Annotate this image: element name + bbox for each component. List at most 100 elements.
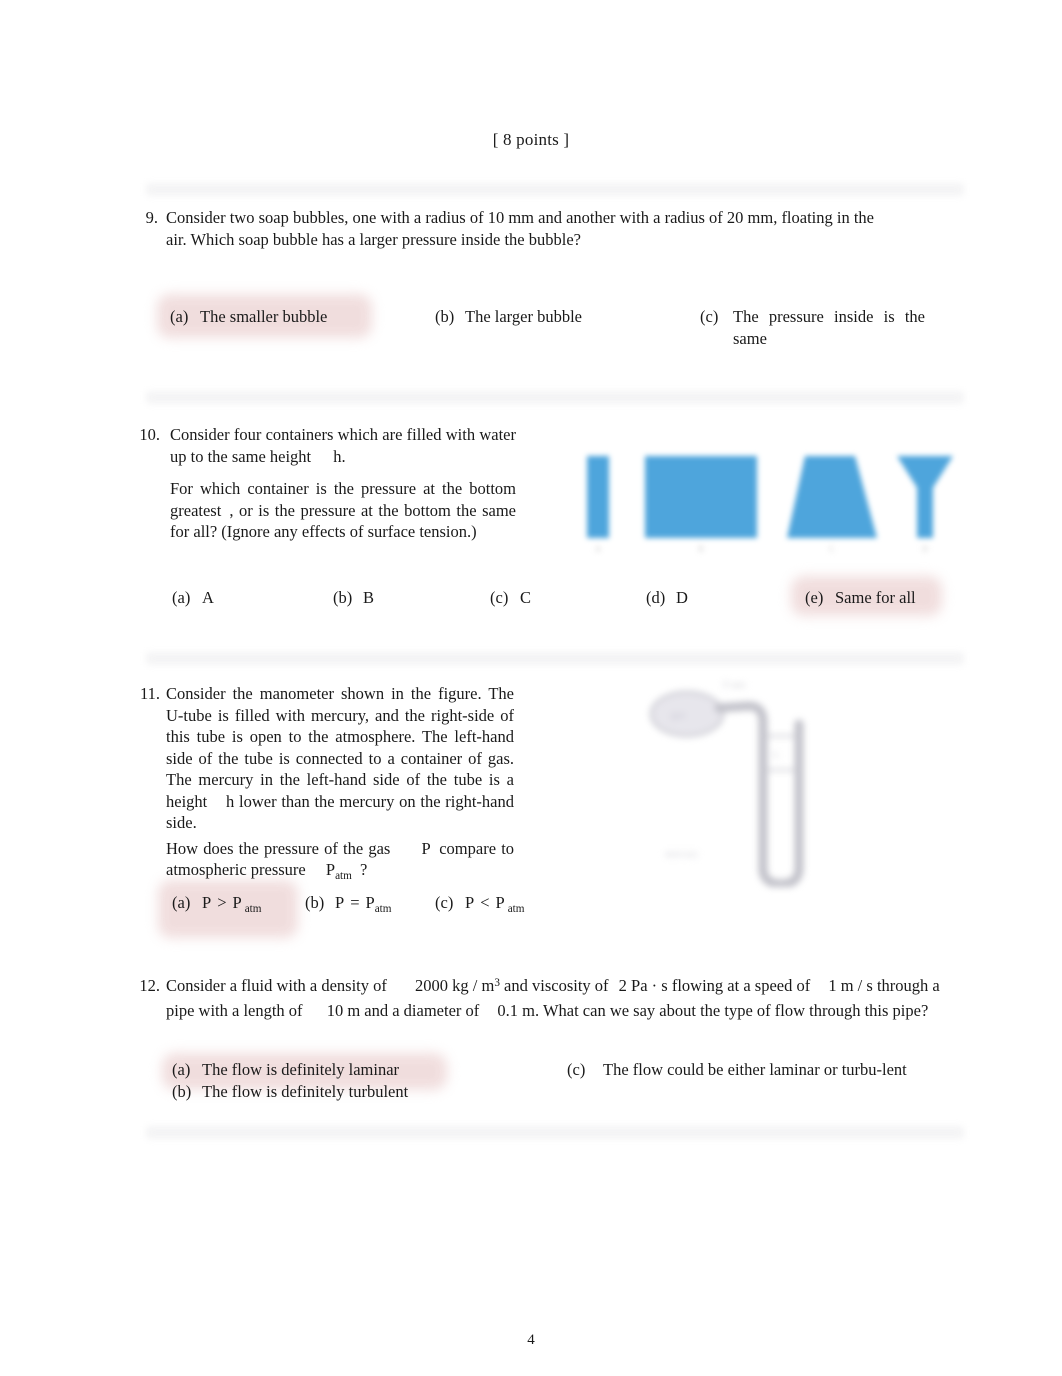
container-d-label: D xyxy=(922,544,929,554)
q12-text-f: What can we say about the type of flow t… xyxy=(542,1000,929,1020)
question-12-number: 12. xyxy=(139,976,160,995)
option-b-relation: = xyxy=(350,893,360,912)
q12-text-c: flowing at a speed of xyxy=(671,976,811,995)
question-10-paragraph-2: For which container is the pressure at t… xyxy=(170,478,516,543)
question-9-option-c[interactable]: (c) The pressure inside is the same xyxy=(700,306,925,349)
option-label: (b) xyxy=(333,588,353,607)
q12-speed: 1 m / s xyxy=(828,976,873,995)
question-10-number: 10. xyxy=(139,425,160,444)
question-10-paragraph-1: Consider four containers which are fille… xyxy=(170,424,516,467)
option-label: (c) xyxy=(700,307,719,326)
option-label: (d) xyxy=(646,588,666,607)
option-label: (c) xyxy=(490,588,509,607)
question-11-paragraph-1: Consider the manometer shown in the figu… xyxy=(166,683,514,834)
option-a-P2-sub: atm xyxy=(244,902,262,915)
question-12-option-b[interactable]: (b) The flow is definitely turbulent xyxy=(172,1081,502,1103)
q11-text-part2a: How does the pressure of the gas xyxy=(166,838,391,858)
q11-Patm-sub: atm xyxy=(335,869,352,882)
question-11-option-c[interactable]: (c) P < Patm xyxy=(435,892,525,917)
q10-variable-h: h xyxy=(333,446,342,466)
exam-page: [ 8 points ] 9. Consider two soap bubble… xyxy=(0,0,1062,1376)
q12-density-value: 2000 kg / m xyxy=(415,976,495,995)
label-gas: gas xyxy=(671,709,686,721)
label-atmosphere: P atm xyxy=(723,680,746,691)
option-text: Same for all xyxy=(835,588,916,607)
question-10-option-d[interactable]: (d) D xyxy=(646,587,688,609)
container-d-stem xyxy=(917,488,933,538)
page-number: 4 xyxy=(527,1332,535,1348)
option-expression: P > Patm xyxy=(202,892,262,917)
question-9-number: 9. xyxy=(145,208,158,227)
question-10-text: Consider four containers which are fille… xyxy=(170,424,516,543)
question-12-text: Consider a fluid with a density of 2000 … xyxy=(166,975,941,1021)
q12-density-exponent: 3 xyxy=(494,976,500,989)
option-text: The smaller bubble xyxy=(200,307,328,326)
question-11-option-b[interactable]: (b) P = Patm xyxy=(305,892,392,917)
four-water-containers-figure: A B C D xyxy=(565,438,955,558)
section-separator xyxy=(146,1126,964,1139)
question-9-option-b[interactable]: (b) The larger bubble xyxy=(435,306,665,328)
option-expression: P = Patm xyxy=(335,892,392,917)
q11-Patm-base: P xyxy=(325,860,336,879)
option-expression: P < Patm xyxy=(465,892,525,917)
q12-diameter: 0.1 m. xyxy=(497,1000,540,1020)
q12-text-e: and a diameter of xyxy=(364,1000,480,1020)
option-label: (b) xyxy=(172,1082,192,1101)
option-text: D xyxy=(676,588,688,607)
question-10-option-c[interactable]: (c) C xyxy=(490,587,531,609)
q10-text-part1-end: . xyxy=(341,446,346,466)
option-text: The larger bubble xyxy=(465,307,582,326)
container-c-shape xyxy=(787,456,877,538)
label-height-h: h xyxy=(773,750,778,761)
label-mercury: mercury xyxy=(665,849,698,860)
option-text: The flow is definitely turbulent xyxy=(202,1082,409,1101)
u-bend-tube xyxy=(758,727,804,889)
option-text: The flow is definitely laminar xyxy=(202,1060,400,1079)
option-label: (c) xyxy=(435,893,454,912)
container-a-shape xyxy=(587,456,609,538)
option-label: (a) xyxy=(172,1060,191,1079)
container-b-shape xyxy=(645,456,757,538)
question-10-option-a[interactable]: (a) A xyxy=(172,587,214,609)
option-a-P: P xyxy=(202,893,212,912)
question-12-option-c[interactable]: (c) The flow could be either laminar or t… xyxy=(567,1059,942,1081)
option-label: (c) xyxy=(567,1060,586,1079)
option-b-P: P xyxy=(335,893,345,912)
option-c-relation: < xyxy=(480,893,490,912)
question-10-option-b[interactable]: (b) B xyxy=(333,587,374,609)
option-c-P2-sub: atm xyxy=(507,902,525,915)
q12-viscosity: 2 Pa · s xyxy=(618,976,668,995)
question-11-text: Consider the manometer shown in the figu… xyxy=(166,683,514,884)
option-label: (a) xyxy=(172,893,191,912)
option-c-P: P xyxy=(465,893,475,912)
option-text: The flow could be either laminar or turb… xyxy=(603,1060,907,1079)
question-9-text: Consider two soap bubbles, one with a ra… xyxy=(166,208,875,249)
option-label: (e) xyxy=(805,588,824,607)
points-header: [ 8 points ] xyxy=(492,130,570,149)
question-11-number: 11. xyxy=(139,684,160,703)
section-separator xyxy=(146,391,964,404)
container-c-label: C xyxy=(829,544,835,554)
option-label: (b) xyxy=(305,893,325,912)
question-12-option-a[interactable]: (a) The flow is definitely laminar xyxy=(172,1059,502,1081)
option-text: A xyxy=(202,588,214,607)
section-separator xyxy=(146,652,964,665)
option-label: (a) xyxy=(172,588,191,607)
connecting-tube xyxy=(714,701,768,877)
container-b-label: B xyxy=(698,544,704,554)
gas-container-shape xyxy=(650,691,724,737)
option-text: B xyxy=(363,588,375,607)
q11-variable-Patm: Patm xyxy=(310,860,352,882)
option-label: (b) xyxy=(435,307,455,326)
question-9-option-a[interactable]: (a) The smaller bubble xyxy=(170,306,370,328)
question-11-option-a[interactable]: (a) P > Patm xyxy=(172,892,262,917)
q10-text-part2b: , or is the pressure at the bottom the s… xyxy=(170,500,516,542)
question-10-option-e[interactable]: (e) Same for all xyxy=(805,587,916,609)
manometer-svg: P atm gas mercury h xyxy=(650,680,804,889)
q11-variable-P: P xyxy=(421,838,431,858)
option-b-P2-sub: atm xyxy=(374,902,392,915)
option-b-P2: P xyxy=(365,893,375,912)
section-separator xyxy=(146,183,964,196)
q12-density: 2000 kg / m3 xyxy=(391,976,500,995)
question-11-paragraph-2: How does the pressure of the gas P compa… xyxy=(166,838,514,884)
